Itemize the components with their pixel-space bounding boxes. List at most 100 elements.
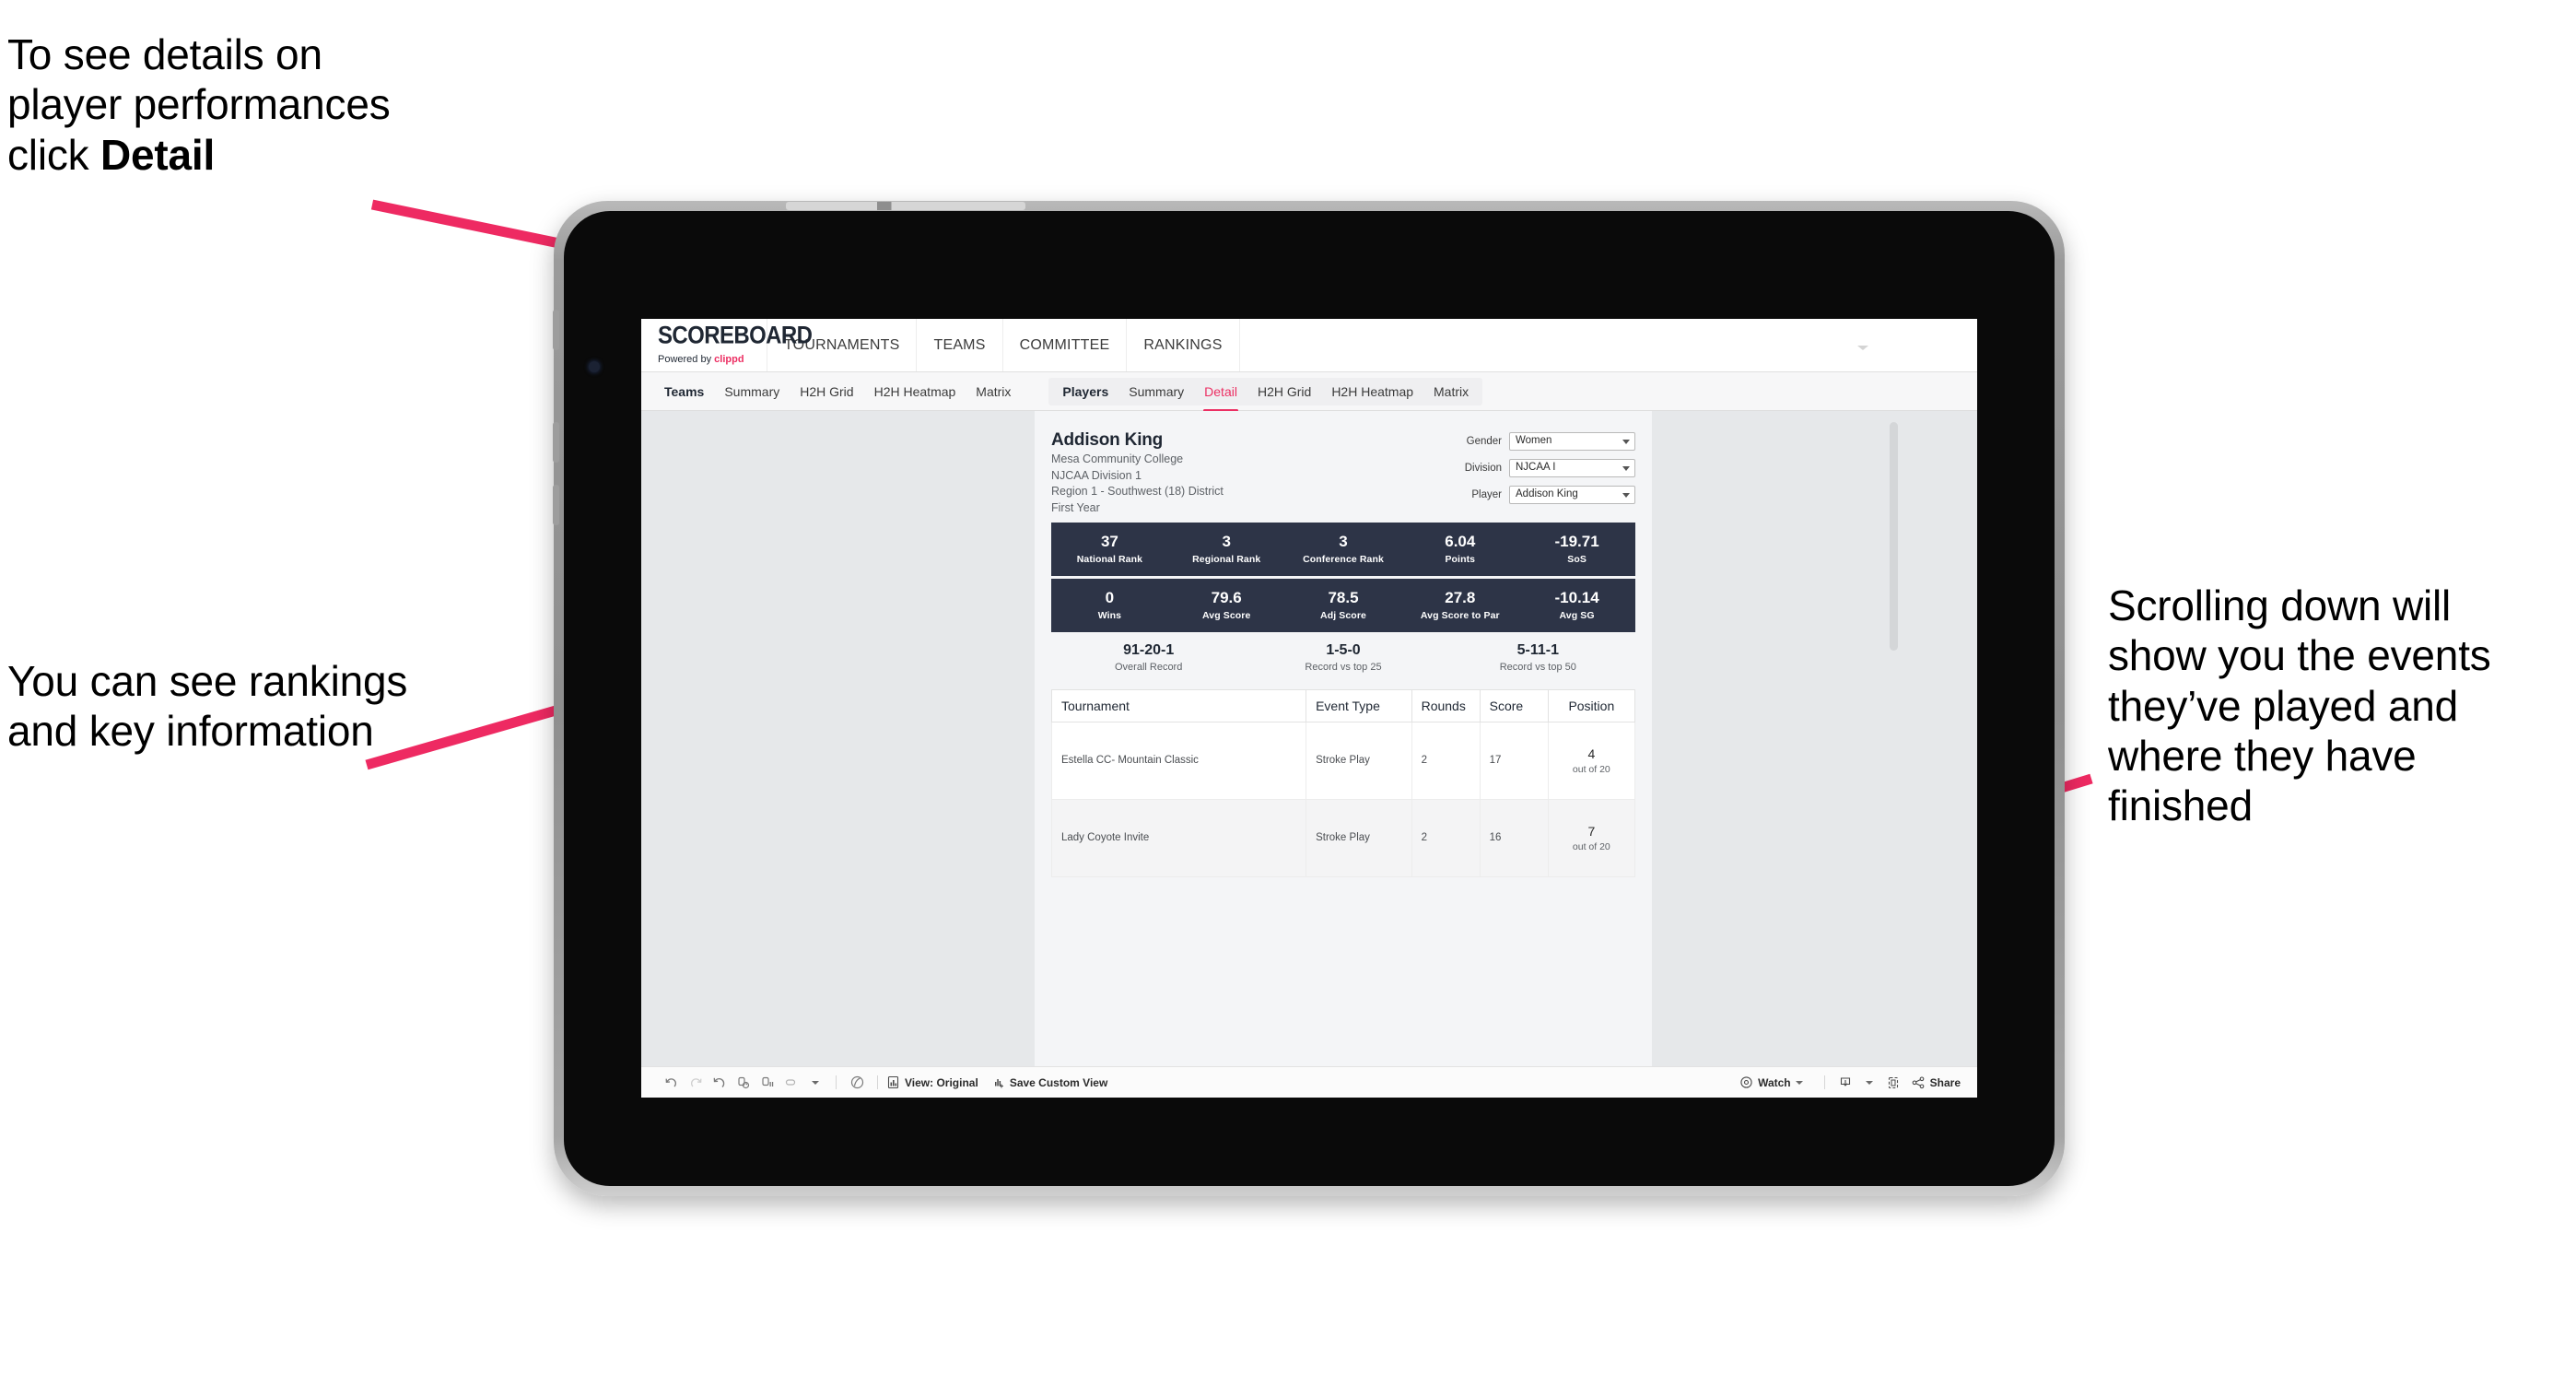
stat-regional-rank: 3 Regional Rank [1168, 533, 1285, 564]
record-vs-top-25: 1-5-0 Record vs top 25 [1246, 642, 1440, 673]
filter-player: Player Addison King [1444, 486, 1635, 504]
secondary-tabbar: Teams Summary H2H Grid H2H Heatmap Matri… [641, 372, 1977, 412]
position-value: 7 [1587, 823, 1596, 839]
division-select[interactable]: NJCAA I [1509, 459, 1635, 477]
table-row[interactable]: Lady Coyote Invite Stroke Play 2 16 7 ou… [1050, 798, 1636, 877]
chevron-down-icon [1795, 1080, 1803, 1085]
tab-teams-h2h-heatmap[interactable]: H2H Heatmap [864, 372, 966, 410]
logo-tagline-brand: clippd [714, 353, 744, 365]
stat-label: Avg Score to Par [1420, 609, 1500, 621]
tab-players-detail[interactable]: Detail [1194, 378, 1247, 412]
refresh-data-icon[interactable] [732, 1075, 755, 1090]
tab-players-summary[interactable]: Summary [1118, 378, 1194, 405]
primary-navbar: SCOREBOARD Powered by clippd TOURNAMENTS… [641, 319, 1977, 372]
stat-label: Avg SG [1559, 609, 1595, 621]
vertical-scrollbar-thumb[interactable] [1890, 422, 1898, 651]
player-identity: Addison King Mesa Community College NJCA… [1051, 429, 1224, 517]
download-caret-icon[interactable] [1857, 1080, 1881, 1085]
position-value: 4 [1587, 746, 1596, 761]
page-title: Addison King [1051, 430, 1164, 450]
app-logo[interactable]: SCOREBOARD Powered by clippd [641, 319, 813, 371]
chevron-down-icon [1622, 439, 1630, 444]
tablet-side-button-1[interactable] [553, 310, 559, 350]
stat-avg-score: 79.6 Avg Score [1168, 588, 1285, 620]
web-app-viewport: SCOREBOARD Powered by clippd TOURNAMENTS… [641, 319, 1977, 1098]
cell-position: 4 out of 20 [1547, 721, 1636, 800]
cell-position: 7 out of 20 [1547, 798, 1636, 877]
tablet-side-button-2[interactable] [553, 422, 559, 463]
viz-toolbar: View: Original Save Custom View Watch Sh… [641, 1066, 1977, 1098]
record-value: 5-11-1 [1516, 642, 1559, 659]
division-select-value: NJCAA I [1516, 462, 1556, 474]
tab-teams-summary[interactable]: Summary [714, 372, 790, 410]
player-select[interactable]: Addison King [1509, 486, 1635, 504]
logo-tagline: Powered by clippd [658, 353, 767, 365]
logo-wordmark: SCOREBOARD [658, 321, 813, 349]
table-row[interactable]: Estella CC- Mountain Classic Stroke Play… [1050, 721, 1636, 800]
record-label: Record vs top 25 [1305, 662, 1382, 674]
undo-icon[interactable] [660, 1075, 684, 1090]
pan-mode-caret-icon[interactable] [803, 1080, 827, 1085]
pause-auto-update-icon[interactable] [755, 1075, 779, 1090]
redo-icon[interactable] [684, 1075, 708, 1090]
cell-score: 16 [1479, 798, 1549, 877]
tab-group-label-teams: Teams [664, 383, 705, 399]
navbar-item-teams[interactable]: TEAMS [917, 319, 1003, 371]
save-custom-view-button[interactable]: Save Custom View [991, 1075, 1108, 1089]
stat-avg-score-to-par: 27.8 Avg Score to Par [1401, 589, 1518, 621]
tab-teams-h2h-grid[interactable]: H2H Grid [790, 372, 863, 410]
highlight-icon[interactable] [845, 1075, 869, 1090]
column-header-event-type[interactable]: Event Type [1306, 688, 1412, 722]
filter-panel: Gender Women Division NJCAA I Player Add… [1444, 429, 1635, 517]
save-custom-view-label: Save Custom View [1009, 1075, 1108, 1089]
tab-players-h2h-grid[interactable]: H2H Grid [1247, 378, 1321, 405]
annotation-detail-line3-prefix: click [7, 130, 101, 179]
chevron-down-icon[interactable] [1857, 345, 1868, 350]
stat-points: 6.04 Points [1401, 533, 1518, 564]
stat-value: 79.6 [1211, 588, 1242, 606]
stat-value: 37 [1100, 532, 1118, 550]
navbar-item-rankings[interactable]: RANKINGS [1127, 319, 1240, 371]
tablet-side-button-3[interactable] [553, 485, 559, 525]
navbar-item-committee[interactable]: COMMITTEE [1003, 319, 1128, 371]
column-header-rounds[interactable]: Rounds [1411, 688, 1481, 722]
stat-adj-score: 78.5 Adj Score [1285, 589, 1402, 620]
view-original-label: View: Original [905, 1075, 978, 1089]
column-header-tournament[interactable]: Tournament [1050, 688, 1307, 722]
pan-mode-icon[interactable] [779, 1075, 803, 1090]
screenshot-root: To see details on player performances cl… [0, 0, 2576, 1386]
watch-icon [1740, 1076, 1752, 1088]
column-header-score[interactable]: Score [1479, 688, 1549, 722]
save-view-icon [994, 1079, 1003, 1088]
device-preview-icon[interactable] [1881, 1075, 1905, 1090]
stat-value: -19.71 [1554, 532, 1599, 550]
player-region: Region 1 - Southwest (18) District [1051, 485, 1224, 499]
annotation-rankings-note: You can see rankings and key information [7, 657, 408, 756]
logo-tagline-prefix: Powered by [658, 353, 715, 365]
tab-teams-matrix[interactable]: Matrix [966, 372, 1021, 410]
player-detail-sheet: Addison King Mesa Community College NJCA… [1035, 411, 1652, 1098]
toolbar-divider [1823, 1075, 1825, 1089]
stats-bar-scoring: 0 Wins 79.6 Avg Score 78.5 Adj Score 27.… [1051, 578, 1635, 632]
column-header-position[interactable]: Position [1547, 688, 1636, 722]
table-header-row: Tournament Event Type Rounds Score Posit… [1050, 688, 1636, 722]
position-total: out of 20 [1572, 840, 1610, 852]
stat-value: -10.14 [1554, 588, 1599, 606]
annotation-detail-note: To see details on player performances cl… [7, 29, 597, 180]
view-original-button[interactable]: View: Original [886, 1075, 978, 1089]
watch-button[interactable]: Watch [1739, 1075, 1803, 1089]
share-button[interactable]: Share [1911, 1075, 1961, 1090]
stat-value: 0 [1105, 588, 1115, 606]
tab-players-matrix[interactable]: Matrix [1423, 378, 1479, 405]
tab-players-h2h-heatmap[interactable]: H2H Heatmap [1321, 378, 1423, 405]
gender-select[interactable]: Women [1509, 432, 1635, 451]
tab-group-label-players: Players [1062, 383, 1109, 399]
annotation-scroll-note: Scrolling down will show you the events … [2108, 581, 2491, 830]
stat-sos: -19.71 SoS [1518, 532, 1635, 564]
revert-icon[interactable] [708, 1075, 732, 1090]
download-icon[interactable] [1833, 1075, 1857, 1090]
position-total: out of 20 [1572, 763, 1610, 775]
camera-icon [589, 361, 600, 372]
tablet-screen-bezel: SCOREBOARD Powered by clippd TOURNAMENTS… [564, 211, 2055, 1186]
chevron-down-icon [1622, 465, 1630, 471]
